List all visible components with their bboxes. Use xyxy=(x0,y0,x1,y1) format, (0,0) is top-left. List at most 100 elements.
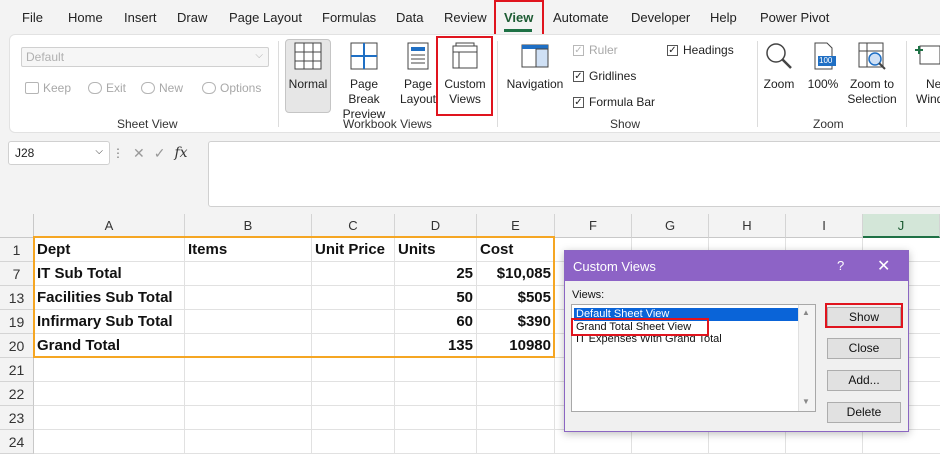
select-all-corner[interactable] xyxy=(0,214,34,238)
zoom-100-button[interactable]: 100 100% xyxy=(804,39,842,92)
ruler-label: Ruler xyxy=(589,43,618,57)
column-header-i[interactable]: I xyxy=(786,214,863,238)
navigation-label: Navigation xyxy=(506,77,564,91)
name-box-value: J28 xyxy=(15,146,35,160)
new-label: New xyxy=(159,81,184,95)
exit-icon xyxy=(88,82,102,94)
row-header-24[interactable]: 24 xyxy=(0,430,34,454)
sheet-view-group-label: Sheet View xyxy=(117,117,178,131)
column-header-h[interactable]: H xyxy=(709,214,786,238)
page-layout-label-2: Layout xyxy=(399,92,437,106)
row-header-7[interactable]: 7 xyxy=(0,262,34,286)
new-window-icon xyxy=(914,42,940,70)
formula-bar-label: Formula Bar xyxy=(589,95,656,109)
column-header-c[interactable]: C xyxy=(312,214,395,238)
checkmark-icon: ✓ xyxy=(573,96,584,108)
keep-button[interactable]: Keep xyxy=(25,81,71,95)
eye-options-icon xyxy=(202,82,216,94)
tab-automate[interactable]: Automate xyxy=(553,10,609,25)
tab-developer[interactable]: Developer xyxy=(631,10,690,25)
sheet-view-dropdown[interactable]: Default ⌵ xyxy=(21,47,269,67)
page-layout-button[interactable]: Page Layout xyxy=(398,39,438,107)
data-range-highlight xyxy=(33,236,555,358)
listbox-scrollbar[interactable]: ▲ ▼ xyxy=(798,305,815,411)
add-button[interactable]: Add... xyxy=(827,370,901,391)
formula-tools: ⋮ ✕ ✓ fx xyxy=(112,141,204,165)
enter-check-icon[interactable]: ✓ xyxy=(154,145,166,162)
options-label: Options xyxy=(220,81,262,95)
insert-function-icon[interactable]: fx xyxy=(174,145,187,161)
tab-file[interactable]: File xyxy=(22,10,43,25)
column-header-e[interactable]: E xyxy=(477,214,555,238)
scroll-down-icon[interactable]: ▼ xyxy=(802,397,810,406)
tab-data[interactable]: Data xyxy=(396,10,423,25)
headings-checkbox[interactable]: ✓ Headings xyxy=(667,43,734,57)
tab-formulas[interactable]: Formulas xyxy=(322,10,376,25)
zoom-to-label-1: Zoom to xyxy=(849,77,894,91)
tab-help[interactable]: Help xyxy=(710,10,737,25)
normal-label: Normal xyxy=(288,77,328,91)
zoom-100-icon: 100 xyxy=(809,42,837,70)
more-options-icon: ⋮ xyxy=(112,146,124,160)
column-header-f[interactable]: F xyxy=(555,214,632,238)
new-window-label-2: Wind xyxy=(916,92,940,106)
custom-views-dialog: Custom Views ? ✕ Views: Default Sheet Vi… xyxy=(564,250,909,432)
checkmark-icon: ✓ xyxy=(573,44,584,56)
show-group-label: Show xyxy=(610,117,641,131)
scroll-up-icon[interactable]: ▲ xyxy=(802,308,810,317)
column-header-a[interactable]: A xyxy=(34,214,185,238)
name-box[interactable]: J28 ⌵ xyxy=(8,141,110,165)
tab-power-pivot[interactable]: Power Pivot xyxy=(760,10,829,25)
group-separator xyxy=(497,41,498,127)
cancel-icon[interactable]: ✕ xyxy=(133,145,145,162)
exit-button[interactable]: Exit xyxy=(88,81,126,95)
new-window-label-1: Ne xyxy=(926,77,940,91)
sheet-view-dropdown-value: Default xyxy=(26,50,65,64)
group-separator xyxy=(757,41,758,127)
normal-view-icon xyxy=(294,42,322,70)
dialog-title: Custom Views xyxy=(573,259,656,274)
row-header-22[interactable]: 22 xyxy=(0,382,34,406)
page-break-preview-button[interactable]: Page Break Preview xyxy=(333,39,395,122)
row-header-13[interactable]: 13 xyxy=(0,286,34,310)
tab-page-layout[interactable]: Page Layout xyxy=(229,10,302,25)
close-button[interactable]: Close xyxy=(827,338,901,359)
close-icon[interactable]: ✕ xyxy=(877,256,890,276)
delete-button[interactable]: Delete xyxy=(827,402,901,423)
headings-label: Headings xyxy=(683,43,734,57)
normal-view-button[interactable]: Normal xyxy=(285,39,331,113)
tab-review[interactable]: Review xyxy=(444,10,487,25)
dialog-title-bar[interactable]: Custom Views ? ✕ xyxy=(565,251,908,281)
row-header-1[interactable]: 1 xyxy=(0,238,34,262)
gridlines-checkbox[interactable]: ✓ Gridlines xyxy=(573,69,636,83)
column-header-j[interactable]: J xyxy=(863,214,940,238)
formula-input[interactable] xyxy=(208,141,940,207)
ribbon: Default ⌵ Keep Exit New Options Sheet Vi… xyxy=(9,34,940,133)
new-window-button[interactable]: Ne Wind xyxy=(914,39,940,107)
column-header-g[interactable]: G xyxy=(632,214,709,238)
zoom-selection-icon xyxy=(858,42,886,70)
ruler-checkbox[interactable]: ✓ Ruler xyxy=(573,43,618,57)
page-layout-label-1: Page xyxy=(403,77,433,91)
tab-draw[interactable]: Draw xyxy=(177,10,207,25)
zoom-button[interactable]: Zoom xyxy=(760,39,798,92)
zoom-100-badge: 100 xyxy=(819,56,833,65)
custom-views-highlight xyxy=(436,36,493,116)
show-button-highlight xyxy=(825,303,903,328)
row-header-21[interactable]: 21 xyxy=(0,358,34,382)
tab-insert[interactable]: Insert xyxy=(124,10,157,25)
zoom-to-selection-button[interactable]: Zoom to Selection xyxy=(846,39,898,107)
column-header-d[interactable]: D xyxy=(395,214,477,238)
column-header-b[interactable]: B xyxy=(185,214,312,238)
help-icon[interactable]: ? xyxy=(837,258,844,273)
tab-home[interactable]: Home xyxy=(68,10,103,25)
navigation-button[interactable]: Navigation xyxy=(504,39,566,92)
row-header-23[interactable]: 23 xyxy=(0,406,34,430)
new-sheet-view-button[interactable]: New xyxy=(141,81,183,95)
views-label: Views: xyxy=(572,289,605,301)
formula-bar-checkbox[interactable]: ✓ Formula Bar xyxy=(573,95,655,109)
row-header-20[interactable]: 20 xyxy=(0,334,34,358)
options-button[interactable]: Options xyxy=(202,81,261,95)
page-layout-icon xyxy=(404,42,432,70)
row-header-19[interactable]: 19 xyxy=(0,310,34,334)
